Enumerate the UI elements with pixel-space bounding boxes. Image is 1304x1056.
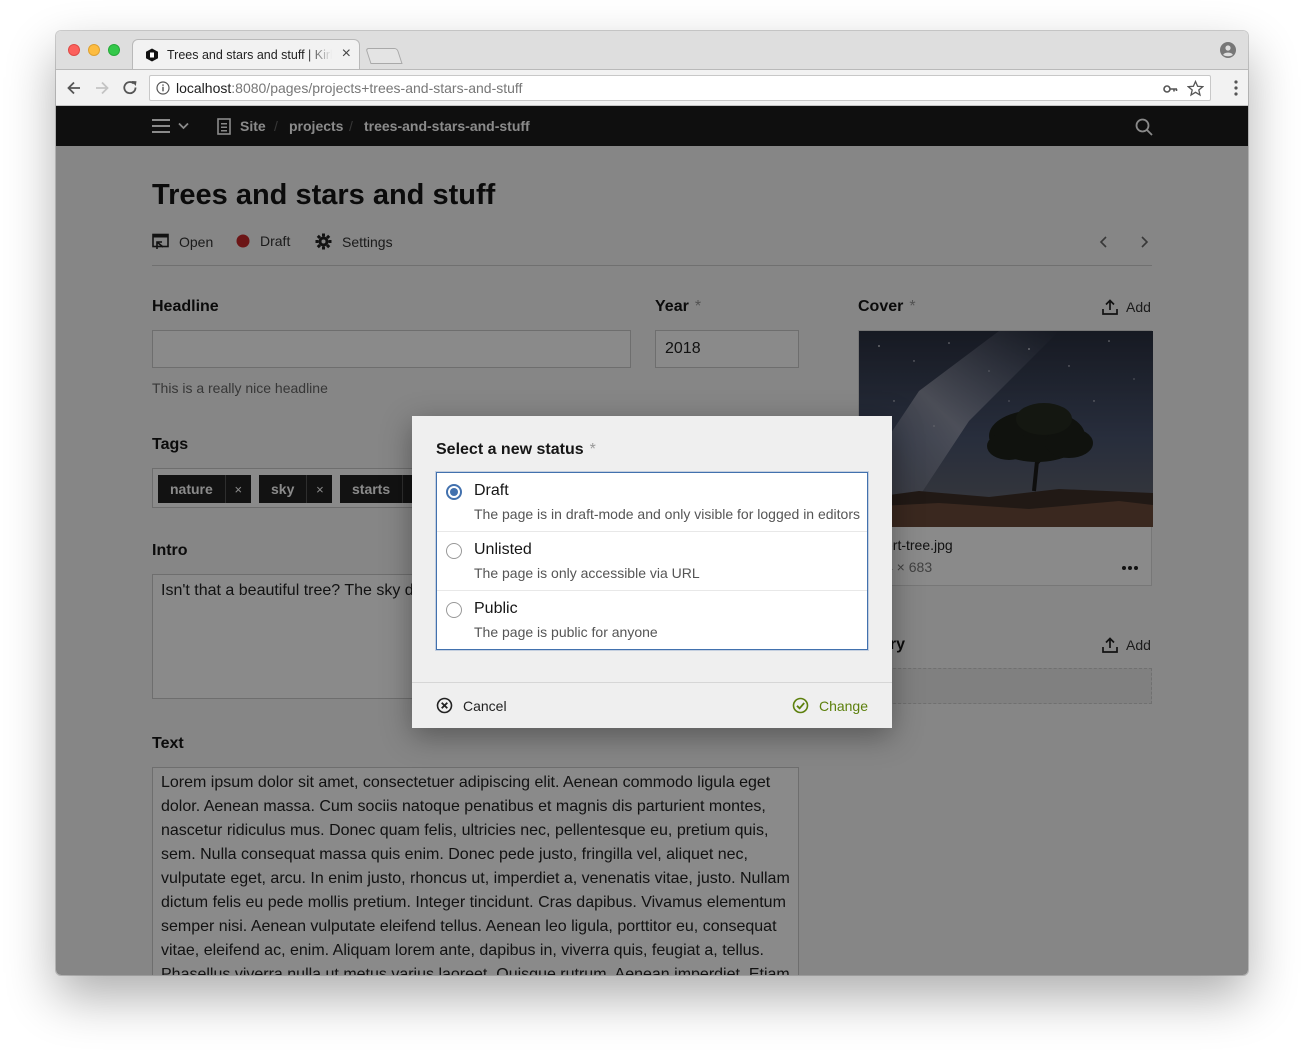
url-host: localhost bbox=[176, 80, 232, 96]
browser-window: Trees and stars and stuff | Kirby × loca… bbox=[56, 31, 1248, 975]
window-close-button[interactable] bbox=[68, 44, 80, 56]
window-minimize-button[interactable] bbox=[88, 44, 100, 56]
key-icon[interactable] bbox=[1162, 81, 1178, 97]
url-path: :8080/pages/projects+trees-and-stars-and… bbox=[231, 80, 523, 96]
back-icon[interactable] bbox=[64, 78, 84, 98]
forward-icon[interactable] bbox=[92, 78, 112, 98]
browser-tab[interactable]: Trees and stars and stuff | Kirby × bbox=[132, 39, 360, 70]
check-icon bbox=[792, 697, 809, 714]
change-label: Change bbox=[818, 697, 868, 714]
browser-menu-icon[interactable] bbox=[1234, 79, 1238, 97]
close-icon[interactable]: × bbox=[342, 45, 351, 63]
option-description: The page is only accessible via URL bbox=[474, 565, 700, 581]
dialog-label: Select a new status * bbox=[436, 441, 596, 459]
reload-icon[interactable] bbox=[120, 78, 140, 98]
status-options: Draft The page is in draft-mode and only… bbox=[436, 472, 868, 650]
new-tab-button[interactable] bbox=[365, 48, 403, 64]
kirby-icon bbox=[146, 48, 158, 62]
radio-draft[interactable] bbox=[446, 484, 462, 500]
dialog-label-text: Select a new status bbox=[436, 441, 584, 458]
status-option-public[interactable]: Public The page is public for anyone bbox=[437, 591, 867, 650]
address-bar[interactable]: localhost:8080/pages/projects+trees-and-… bbox=[149, 75, 1211, 101]
status-option-draft[interactable]: Draft The page is in draft-mode and only… bbox=[437, 473, 867, 532]
status-option-unlisted[interactable]: Unlisted The page is only accessible via… bbox=[437, 532, 867, 591]
required-mark: * bbox=[589, 441, 596, 458]
url-text: localhost:8080/pages/projects+trees-and-… bbox=[176, 80, 522, 96]
status-dialog: Select a new status * Draft The page is i… bbox=[412, 416, 892, 728]
cancel-button[interactable]: Cancel bbox=[436, 697, 507, 714]
star-icon[interactable] bbox=[1187, 80, 1204, 97]
window-zoom-button[interactable] bbox=[108, 44, 120, 56]
cancel-icon bbox=[436, 697, 453, 714]
tab-title: Trees and stars and stuff | Kirby bbox=[167, 48, 332, 62]
dialog-footer: Cancel Change bbox=[412, 682, 892, 728]
info-icon[interactable] bbox=[156, 81, 170, 95]
option-title: Public bbox=[474, 600, 518, 617]
tab-strip: Trees and stars and stuff | Kirby × bbox=[56, 31, 1248, 70]
browser-toolbar: localhost:8080/pages/projects+trees-and-… bbox=[56, 69, 1248, 106]
option-description: The page is public for anyone bbox=[474, 624, 658, 640]
app-page: Site / projects / trees-and-stars-and-st… bbox=[56, 106, 1248, 975]
option-description: The page is in draft-mode and only visib… bbox=[474, 506, 860, 522]
radio-public[interactable] bbox=[446, 602, 462, 618]
radio-unlisted[interactable] bbox=[446, 543, 462, 559]
option-title: Draft bbox=[474, 482, 509, 499]
option-title: Unlisted bbox=[474, 541, 532, 558]
cancel-label: Cancel bbox=[463, 697, 507, 714]
change-button[interactable]: Change bbox=[792, 697, 868, 714]
account-icon[interactable] bbox=[1220, 42, 1236, 58]
